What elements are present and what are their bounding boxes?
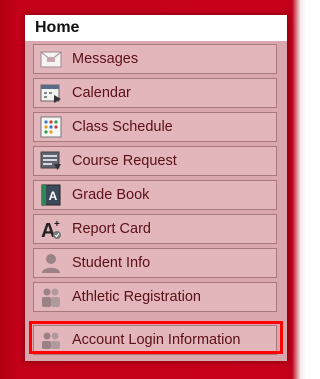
menu-item-label: Messages	[72, 51, 139, 67]
menu-item-grade-book[interactable]: A Grade Book	[33, 180, 277, 210]
menu-item-calendar[interactable]: Calendar	[33, 78, 277, 108]
menu-item-label: Course Request	[72, 153, 177, 169]
menu-item-course-request[interactable]: Course Request	[33, 146, 277, 176]
menu-item-messages[interactable]: Messages	[33, 44, 277, 74]
home-header[interactable]: Home	[25, 15, 287, 41]
home-label: Home	[35, 19, 80, 36]
calendar-icon	[40, 82, 62, 104]
menu-item-class-schedule[interactable]: Class Schedule	[33, 112, 277, 142]
white-edge	[292, 0, 306, 379]
student-icon	[40, 252, 62, 274]
menu-item-label: Calendar	[72, 85, 131, 101]
menu-item-label: Report Card	[72, 221, 151, 237]
menu-item-student-info[interactable]: Student Info	[33, 248, 277, 278]
envelope-icon	[40, 48, 62, 70]
menu-item-athletic-registration[interactable]: Athletic Registration	[33, 282, 277, 312]
group-icon	[40, 286, 62, 308]
account-group-icon	[40, 329, 62, 351]
menu-item-account-login-information[interactable]: Account Login Information	[33, 325, 277, 355]
grade-book-icon: A	[40, 184, 62, 206]
menu-item-label: Student Info	[72, 255, 151, 271]
schedule-grid-icon	[40, 116, 62, 138]
report-card-icon: A +	[40, 218, 62, 240]
menu-item-label: Class Schedule	[72, 119, 173, 135]
menu-item-label: Account Login Information	[72, 332, 241, 348]
menu-item-report-card[interactable]: A + Report Card	[33, 214, 277, 244]
svg-text:A: A	[49, 189, 58, 203]
course-request-icon	[40, 150, 62, 172]
menu-item-label: Grade Book	[72, 187, 150, 203]
menu-item-label: Athletic Registration	[72, 289, 201, 305]
svg-text:+: +	[54, 219, 60, 230]
